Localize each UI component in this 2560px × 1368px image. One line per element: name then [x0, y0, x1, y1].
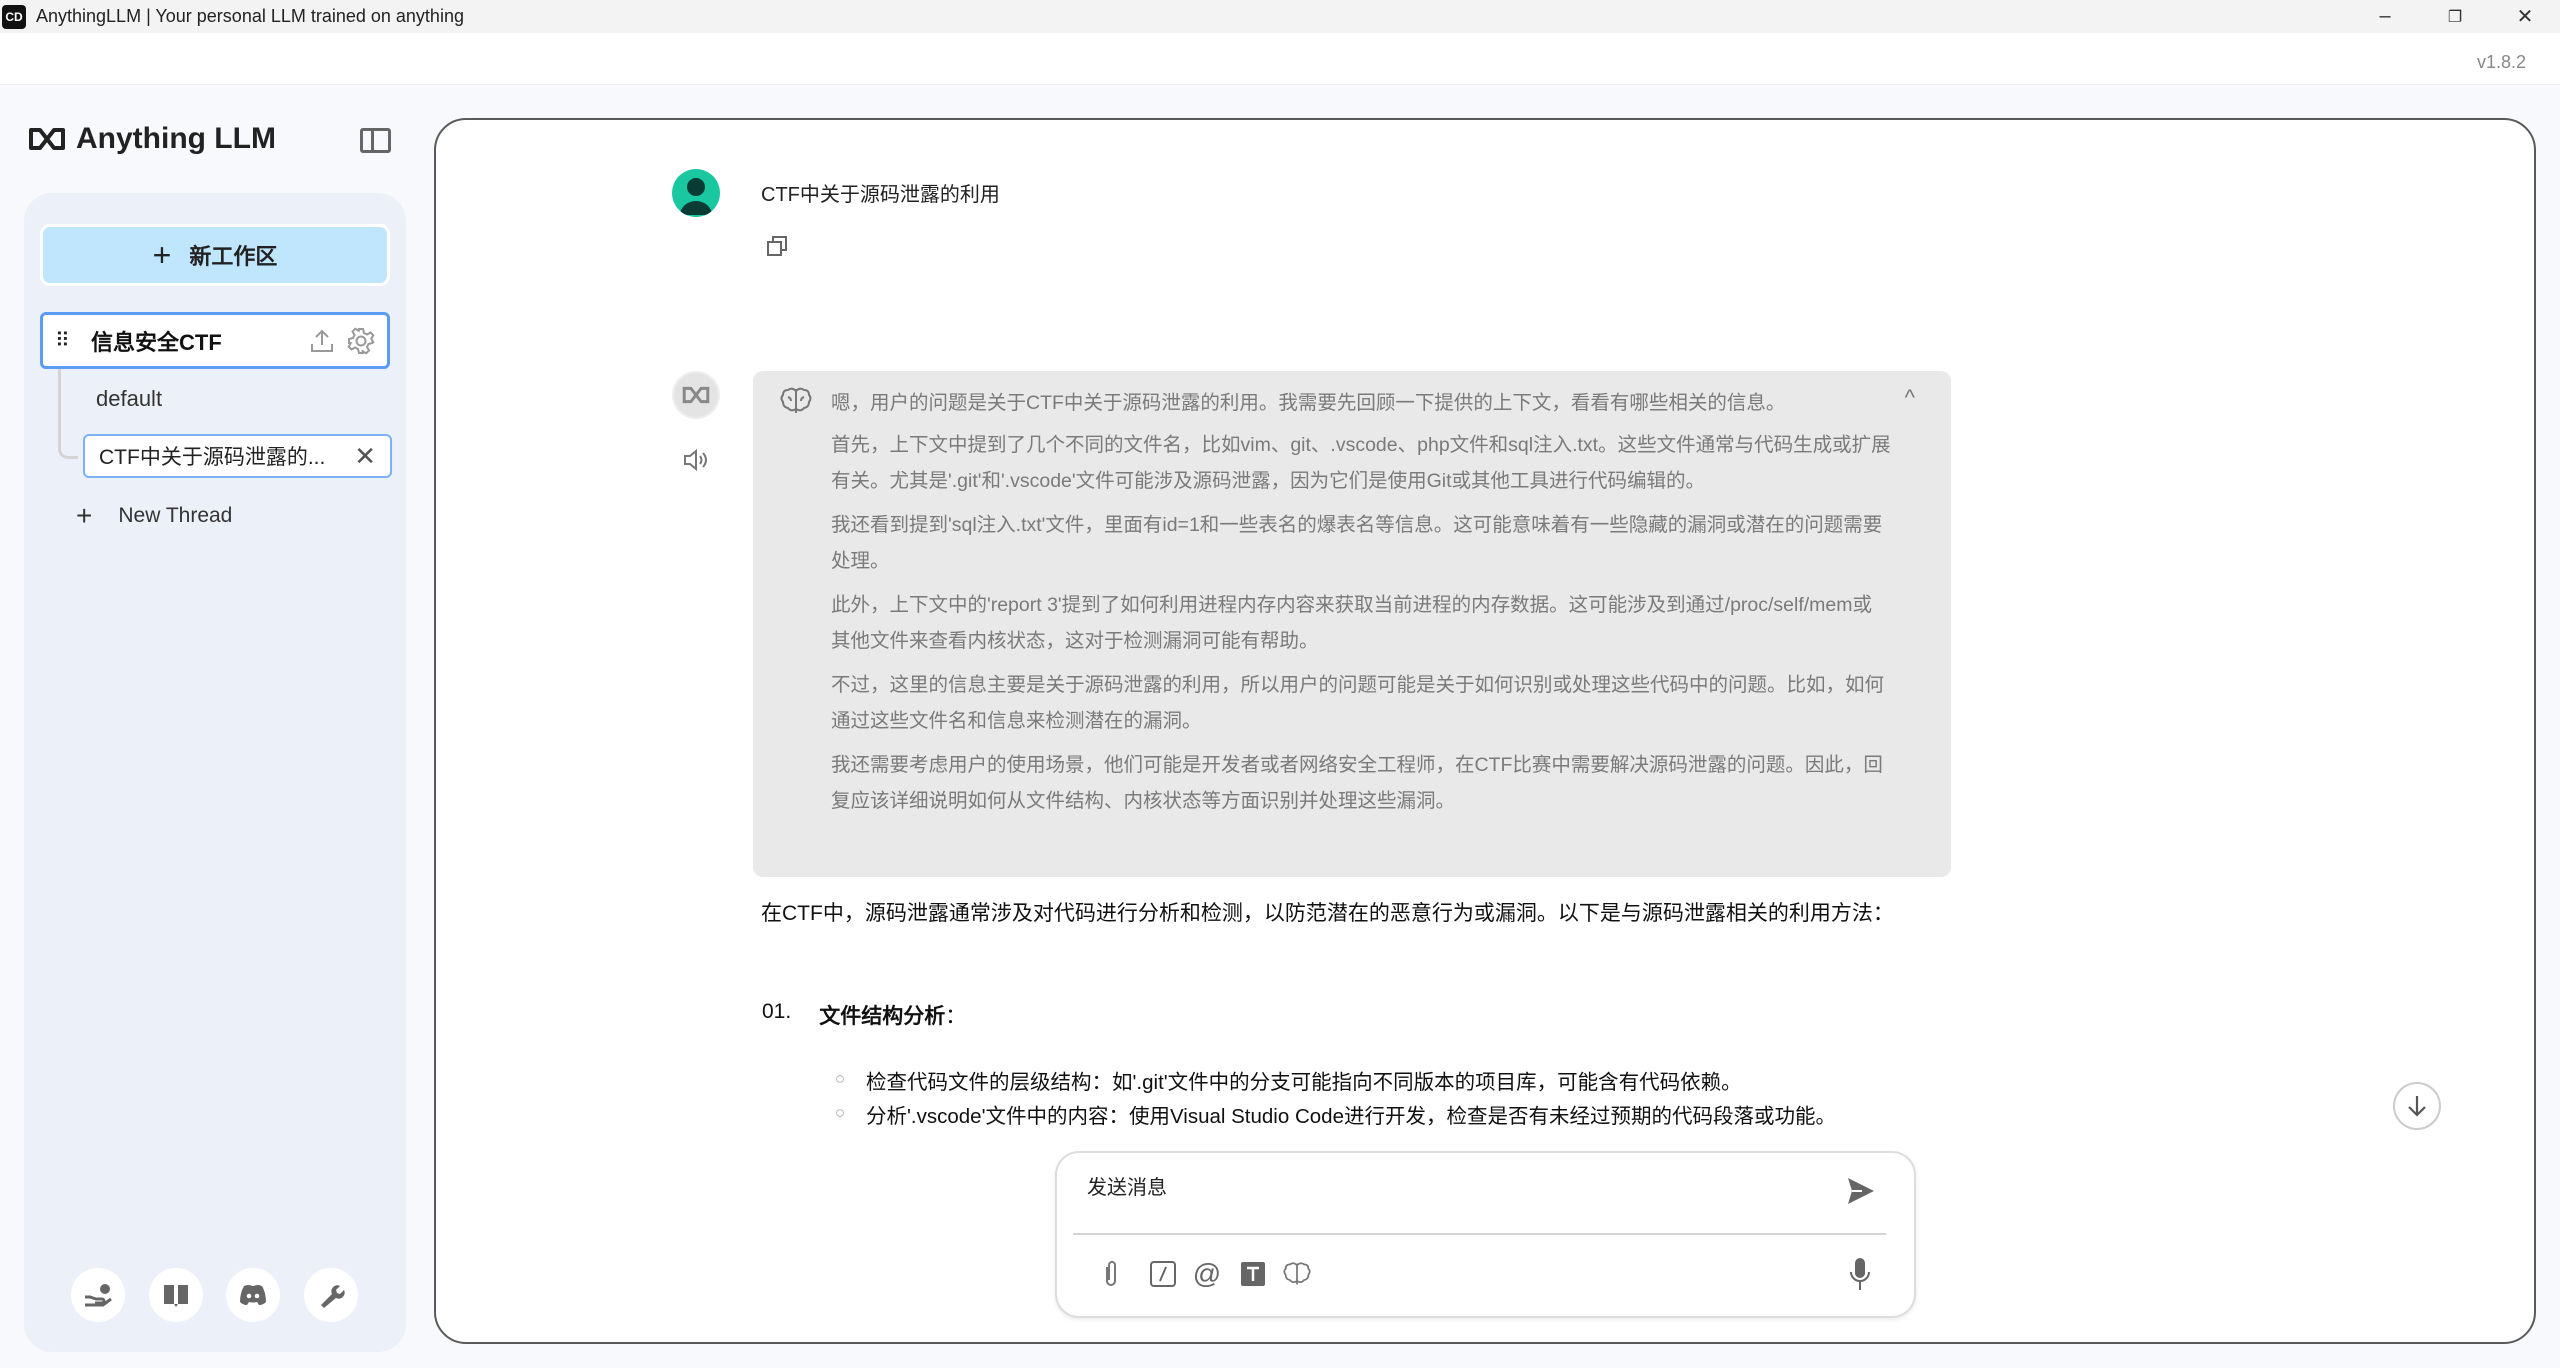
discord-icon: [240, 1285, 266, 1305]
user-avatar: [672, 169, 720, 217]
scroll-down-button[interactable]: [2393, 1082, 2441, 1130]
bullet-text: 分析'.vscode'文件中的内容：使用Visual Studio Code进行…: [866, 1105, 1836, 1128]
logo: Anything LLM: [28, 122, 276, 156]
upload-icon[interactable]: [309, 328, 335, 354]
thread-tree-line: [58, 369, 78, 459]
new-workspace-label: 新工作区: [189, 244, 278, 269]
message-input[interactable]: [1087, 1171, 1787, 1231]
collapse-chevron-icon[interactable]: ^: [1905, 385, 1915, 411]
at-mention-icon[interactable]: @: [1192, 1258, 1222, 1289]
plus-icon: +: [76, 500, 93, 531]
bullet-icon: [836, 1075, 844, 1083]
settings-button[interactable]: [304, 1268, 358, 1322]
brain-icon: [780, 387, 812, 413]
attach-icon[interactable]: [1096, 1259, 1126, 1289]
speaker-icon[interactable]: [682, 447, 710, 473]
plus-icon: +: [152, 236, 172, 273]
maximize-button[interactable]: ❐: [2420, 0, 2490, 33]
user-icon: [680, 178, 712, 215]
window-title: AnythingLLM | Your personal LLM trained …: [36, 6, 464, 26]
thinking-paragraph: 不过，这里的信息主要是关于源码泄露的利用，所以用户的问题可能是关于如何识别或处理…: [831, 674, 1885, 732]
bullet-icon: [836, 1109, 844, 1117]
list-number: 01.: [762, 1000, 792, 1023]
thread-label: CTF中关于源码泄露的...: [99, 446, 326, 469]
book-icon: [164, 1285, 188, 1307]
app-icon: CD: [2, 4, 26, 29]
arrow-down-icon: [2408, 1096, 2426, 1117]
minimize-button[interactable]: –: [2350, 0, 2420, 33]
assistant-avatar: [672, 371, 720, 419]
thinking-panel: ^ 嗯，用户的问题是关于CTF中关于源码泄露的利用。我需要先回顾一下提供的上下文…: [753, 371, 1951, 877]
discord-button[interactable]: [226, 1268, 280, 1322]
bullet-text: 检查代码文件的层级结构：如'.git'文件中的分支可能指向不同版本的项目库，可能…: [866, 1071, 1742, 1094]
docs-button[interactable]: [149, 1268, 203, 1322]
gear-icon[interactable]: [347, 326, 375, 355]
thread-item-default[interactable]: default: [96, 386, 162, 412]
slash-command-icon[interactable]: [1148, 1259, 1178, 1289]
text-size-icon[interactable]: [1238, 1259, 1268, 1289]
new-thread-button[interactable]: + New Thread: [76, 500, 232, 532]
version-label: v1.8.2: [2476, 52, 2526, 72]
anythingllm-logo-icon: [682, 386, 710, 404]
new-workspace-button[interactable]: + 新工作区: [40, 224, 390, 286]
message-composer: @: [1055, 1151, 1916, 1318]
logo-text: Anything LLM: [76, 122, 276, 155]
bullet-item: 分析'.vscode'文件中的内容：使用Visual Studio Code进行…: [836, 1099, 1836, 1129]
user-message: CTF中关于源码泄露的利用: [761, 184, 1000, 206]
thinking-paragraph: 首先，上下文中提到了几个不同的文件名，比如vim、git、.vscode、php…: [831, 434, 1891, 492]
thinking-paragraph: 此外，上下文中的'report 3'提到了如何利用进程内存内容来获取当前进程的内…: [831, 594, 1873, 652]
thinking-paragraph: 我还需要考虑用户的使用场景，他们可能是开发者或者网络安全工程师，在CTF比赛中需…: [831, 754, 1883, 812]
send-icon[interactable]: [1844, 1175, 1876, 1207]
list-item: 01. 文件结构分析：: [762, 1000, 966, 1030]
drag-handle-icon[interactable]: ⠿: [55, 328, 81, 353]
workspace-name: 信息安全CTF: [91, 329, 222, 355]
response-intro: 在CTF中，源码泄露通常涉及对代码进行分析和检测，以防范潜在的恶意行为或漏洞。以…: [761, 902, 1894, 925]
sidebar-toggle-icon[interactable]: [360, 128, 391, 153]
composer-divider: [1073, 1233, 1886, 1235]
thinking-paragraph: 我还看到提到'sql注入.txt'文件，里面有id=1和一些表名的爆表名等信息。…: [831, 514, 1883, 572]
list-heading-suffix: ：: [945, 1005, 967, 1028]
window-title-bar: CD AnythingLLM | Your personal LLM train…: [0, 0, 2560, 33]
workspace-item[interactable]: ⠿ 信息安全CTF: [40, 312, 390, 369]
microphone-icon[interactable]: [1845, 1258, 1875, 1290]
wrench-icon: [321, 1285, 345, 1308]
close-icon[interactable]: ✕: [354, 441, 376, 472]
copy-icon[interactable]: [766, 235, 788, 257]
brain-icon[interactable]: [1282, 1259, 1312, 1289]
bullet-item: 检查代码文件的层级结构：如'.git'文件中的分支可能指向不同版本的项目库，可能…: [836, 1065, 1742, 1095]
list-heading: 文件结构分析: [819, 1005, 946, 1028]
thinking-paragraph: 嗯，用户的问题是关于CTF中关于源码泄露的利用。我需要先回顾一下提供的上下文，看…: [831, 392, 1786, 414]
thread-item-active[interactable]: CTF中关于源码泄露的... ✕: [83, 434, 392, 478]
hand-coin-icon: [85, 1284, 112, 1307]
top-bar: [0, 33, 2560, 85]
donate-button[interactable]: [71, 1268, 125, 1322]
new-thread-label: New Thread: [118, 504, 233, 527]
close-window-button[interactable]: ✕: [2490, 0, 2560, 33]
logo-icon: [29, 128, 65, 150]
